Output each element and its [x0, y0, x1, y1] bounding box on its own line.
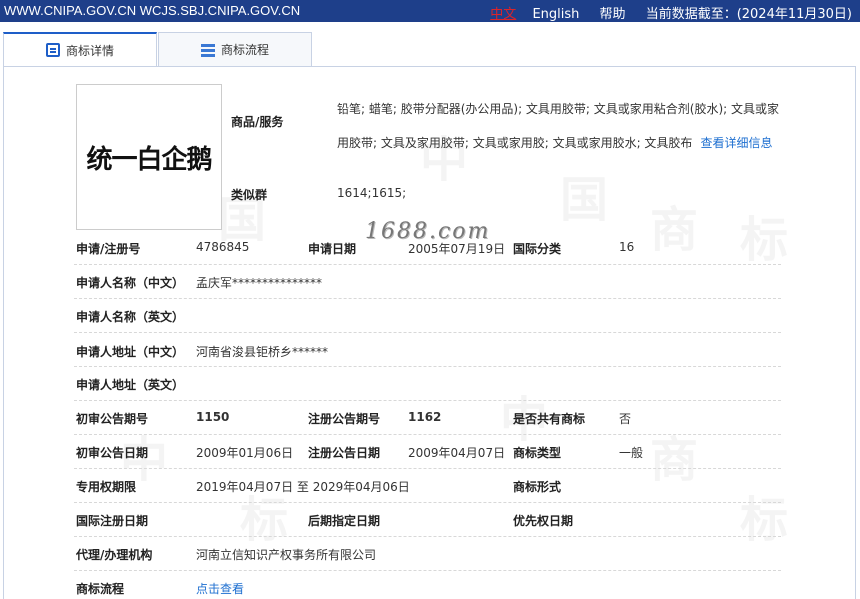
shared-label: 是否共有商标	[513, 412, 586, 426]
similar-group-label: 类似群	[231, 188, 268, 202]
row-divider	[74, 468, 781, 469]
row-divider	[74, 502, 781, 503]
address-cn-label: 申请人地址（中文）	[76, 345, 185, 359]
top-bar: WWW.CNIPA.GOV.CN WCJS.SBJ.CNIPA.GOV.CN 中…	[0, 0, 860, 22]
trademark-image: 统一白企鹅	[76, 84, 222, 230]
exclusive-period-value: 2019年04月07日 至 2029年04月06日	[196, 480, 410, 494]
tm-type-label: 商标类型	[513, 446, 562, 460]
intl-reg-date-label: 国际注册日期	[76, 514, 149, 528]
tm-form-label: 商标形式	[513, 480, 562, 494]
row-divider	[74, 536, 781, 537]
tab-label: 商标详情	[65, 43, 114, 58]
prelim-no-label: 初审公告期号	[76, 412, 149, 426]
prelim-date-value: 2009年01月06日	[196, 446, 294, 460]
tab-trademark-detail[interactable]: 商标详情	[3, 32, 157, 67]
applicant-cn-value: 孟庆军***************	[196, 276, 323, 290]
row-divider	[74, 434, 781, 435]
trademark-logo-text: 统一白企鹅	[86, 144, 212, 175]
agency-label: 代理/办理机构	[76, 548, 153, 562]
tab-label: 商标流程	[220, 43, 269, 57]
intl-class-label: 国际分类	[513, 242, 562, 256]
lang-english-link[interactable]: English	[532, 7, 579, 22]
similar-group-value: 1614;1615;	[337, 186, 407, 200]
goods-list: 铅笔; 蜡笔; 胶带分配器(办公用品); 文具用胶带; 文具或家用粘合剂(胶水)…	[337, 92, 789, 160]
process-label: 商标流程	[76, 582, 125, 596]
shared-value: 否	[619, 412, 632, 426]
applicant-en-label: 申请人名称（英文）	[76, 310, 185, 324]
data-date: 当前数据截至：(2024年11月30日)	[645, 7, 852, 22]
row-divider	[74, 400, 781, 401]
later-designation-label: 后期指定日期	[308, 514, 381, 528]
row-divider	[74, 264, 781, 265]
row-divider	[74, 366, 781, 367]
row-divider	[74, 298, 781, 299]
tm-type-value: 一般	[619, 446, 644, 460]
address-en-label: 申请人地址（英文）	[76, 378, 185, 392]
process-view-link[interactable]: 点击查看	[196, 580, 244, 597]
view-details-link[interactable]: 查看详细信息	[700, 136, 772, 150]
prelim-no-value: 1150	[196, 410, 230, 424]
apply-date-label: 申请日期	[308, 242, 357, 256]
address-cn-value: 河南省浚县钜桥乡******	[196, 345, 329, 359]
prelim-date-label: 初审公告日期	[76, 446, 149, 460]
apply-date-value: 2005年07月19日	[408, 242, 506, 256]
reg-pub-date-value: 2009年04月07日	[408, 446, 506, 460]
intl-class-value: 16	[619, 240, 635, 254]
priority-date-label: 优先权日期	[513, 514, 574, 528]
list-icon	[200, 43, 215, 57]
applicant-cn-label: 申请人名称（中文）	[76, 276, 185, 290]
lang-chinese-link[interactable]: 中文	[490, 7, 516, 22]
site-domains: WWW.CNIPA.GOV.CN WCJS.SBJ.CNIPA.GOV.CN	[4, 3, 301, 18]
row-divider	[74, 570, 781, 571]
exclusive-period-label: 专用权期限	[76, 480, 137, 494]
help-link[interactable]: 帮助	[600, 7, 626, 22]
row-divider	[74, 332, 781, 333]
tab-trademark-process[interactable]: 商标流程	[158, 32, 312, 67]
reg-no-value: 4786845	[196, 240, 250, 254]
reg-pub-no-value: 1162	[408, 410, 442, 424]
top-bar-right: 中文 English 帮助 当前数据截至：(2024年11月30日)	[478, 3, 852, 22]
reg-pub-no-label: 注册公告期号	[308, 412, 381, 426]
reg-no-label: 申请/注册号	[76, 242, 141, 256]
document-icon	[45, 43, 60, 57]
reg-pub-date-label: 注册公告日期	[308, 446, 381, 460]
goods-label: 商品/服务	[231, 115, 284, 129]
agency-value: 河南立信知识产权事务所有限公司	[196, 548, 377, 562]
